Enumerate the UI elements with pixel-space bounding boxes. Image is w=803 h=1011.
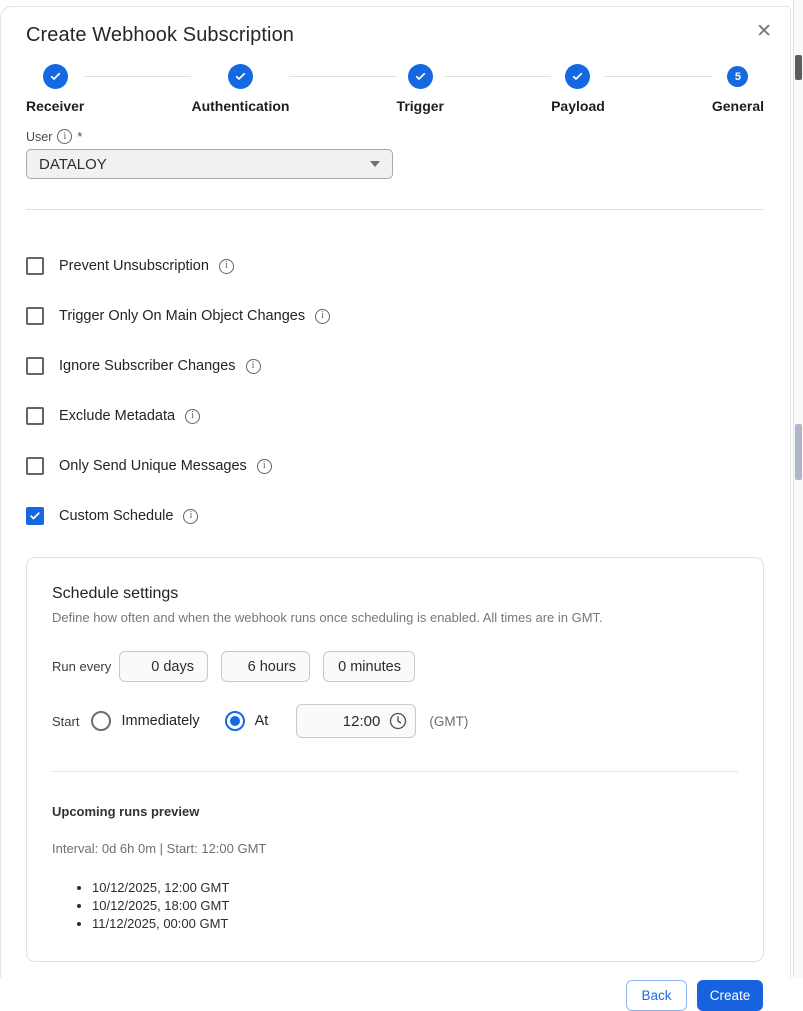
step-label: Trigger: [397, 98, 444, 114]
user-select-value: DATALOY: [39, 156, 370, 173]
run-every-row: Run every 0 days 6 hours 0 minutes: [52, 651, 738, 682]
step-label: Authentication: [191, 98, 289, 114]
required-marker: *: [77, 130, 82, 144]
step-connector: [289, 76, 396, 77]
checkbox-label: Custom Schedule: [59, 508, 173, 524]
step-receiver[interactable]: Receiver: [26, 64, 84, 114]
radio-immediately-label: Immediately: [121, 713, 199, 729]
user-field-label-row: User *: [26, 129, 765, 144]
schedule-settings-card: Schedule settings Define how often and w…: [26, 557, 764, 962]
scrollbar-thumb[interactable]: [795, 424, 802, 480]
dialog-footer: Back Create: [1, 980, 763, 1011]
create-button[interactable]: Create: [697, 980, 763, 1011]
checkbox-unchecked[interactable]: [26, 307, 44, 325]
time-input[interactable]: 12:00: [296, 704, 416, 738]
stepper: Receiver Authentication Trigger Payload …: [26, 64, 764, 114]
info-icon[interactable]: [246, 359, 261, 374]
radio-at-label: At: [255, 713, 269, 729]
page-scrollbar[interactable]: [793, 0, 803, 978]
checkbox-unchecked[interactable]: [26, 357, 44, 375]
user-field-label: User: [26, 130, 52, 144]
scrollbar-thumb-top[interactable]: [795, 55, 802, 80]
info-icon[interactable]: [257, 459, 272, 474]
info-icon[interactable]: [185, 409, 200, 424]
checkbox-row-trigger-only-main-object[interactable]: Trigger Only On Main Object Changes: [26, 307, 765, 325]
step-label: Payload: [551, 98, 605, 114]
info-icon[interactable]: [315, 309, 330, 324]
step-completed-check-icon: [565, 64, 590, 89]
step-completed-check-icon: [408, 64, 433, 89]
radio-at[interactable]: [225, 711, 245, 731]
clock-icon[interactable]: [388, 711, 408, 731]
info-icon[interactable]: [183, 509, 198, 524]
step-payload[interactable]: Payload: [551, 64, 605, 114]
time-value: 12:00: [343, 713, 381, 730]
checkbox-label: Exclude Metadata: [59, 408, 175, 424]
checkbox-row-custom-schedule[interactable]: Custom Schedule: [26, 507, 765, 525]
step-number-badge: 5: [727, 66, 748, 87]
dialog-title: Create Webhook Subscription: [26, 24, 766, 47]
user-field-section: User * DATALOY: [26, 129, 765, 179]
step-completed-check-icon: [43, 64, 68, 89]
info-icon[interactable]: [219, 259, 234, 274]
upcoming-run-item: 10/12/2025, 12:00 GMT: [92, 879, 738, 897]
checkbox-unchecked[interactable]: [26, 407, 44, 425]
section-divider: [26, 209, 764, 210]
dialog-header: Create Webhook Subscription ✕: [1, 7, 790, 47]
back-button[interactable]: Back: [626, 980, 687, 1011]
step-completed-check-icon: [228, 64, 253, 89]
start-row: Start Immediately At 12:00 (GMT): [52, 704, 738, 738]
checkbox-row-ignore-subscriber-changes[interactable]: Ignore Subscriber Changes: [26, 357, 765, 375]
radio-immediately[interactable]: [91, 711, 111, 731]
checkbox-label: Only Send Unique Messages: [59, 458, 247, 474]
step-authentication[interactable]: Authentication: [191, 64, 289, 114]
upcoming-run-item: 10/12/2025, 18:00 GMT: [92, 897, 738, 915]
step-connector: [84, 76, 191, 77]
upcoming-run-item: 11/12/2025, 00:00 GMT: [92, 915, 738, 933]
minutes-input[interactable]: 0 minutes: [323, 651, 415, 682]
step-trigger[interactable]: Trigger: [397, 64, 444, 114]
step-connector: [444, 76, 551, 77]
checkbox-row-exclude-metadata[interactable]: Exclude Metadata: [26, 407, 765, 425]
days-input[interactable]: 0 days: [119, 651, 208, 682]
checkbox-row-only-send-unique-messages[interactable]: Only Send Unique Messages: [26, 457, 765, 475]
step-connector: [605, 76, 712, 77]
checkbox-label: Trigger Only On Main Object Changes: [59, 308, 305, 324]
user-select[interactable]: DATALOY: [26, 149, 393, 179]
interval-summary: Interval: 0d 6h 0m | Start: 12:00 GMT: [52, 841, 738, 856]
step-label: Receiver: [26, 98, 84, 114]
checkbox-unchecked[interactable]: [26, 257, 44, 275]
upcoming-runs-preview-title: Upcoming runs preview: [52, 804, 738, 819]
create-webhook-dialog: Create Webhook Subscription ✕ Receiver A…: [0, 6, 791, 978]
close-icon[interactable]: ✕: [756, 22, 772, 41]
checkbox-label: Prevent Unsubscription: [59, 258, 209, 274]
checkbox-row-prevent-unsubscription[interactable]: Prevent Unsubscription: [26, 257, 765, 275]
upcoming-runs-list: 10/12/2025, 12:00 GMT 10/12/2025, 18:00 …: [52, 879, 738, 933]
checkbox-unchecked[interactable]: [26, 457, 44, 475]
schedule-settings-description: Define how often and when the webhook ru…: [52, 610, 738, 625]
step-general-active[interactable]: 5 General: [712, 64, 764, 114]
run-every-label: Run every: [52, 659, 119, 674]
start-label: Start: [52, 714, 79, 729]
step-label: General: [712, 98, 764, 114]
info-icon[interactable]: [57, 129, 72, 144]
options-checkbox-list: Prevent Unsubscription Trigger Only On M…: [26, 257, 765, 525]
checkbox-label: Ignore Subscriber Changes: [59, 358, 236, 374]
hours-input[interactable]: 6 hours: [221, 651, 310, 682]
checkbox-checked[interactable]: [26, 507, 44, 525]
chevron-down-icon: [370, 161, 380, 167]
gmt-note: (GMT): [429, 714, 468, 729]
card-divider: [52, 771, 738, 772]
schedule-settings-title: Schedule settings: [52, 585, 738, 603]
